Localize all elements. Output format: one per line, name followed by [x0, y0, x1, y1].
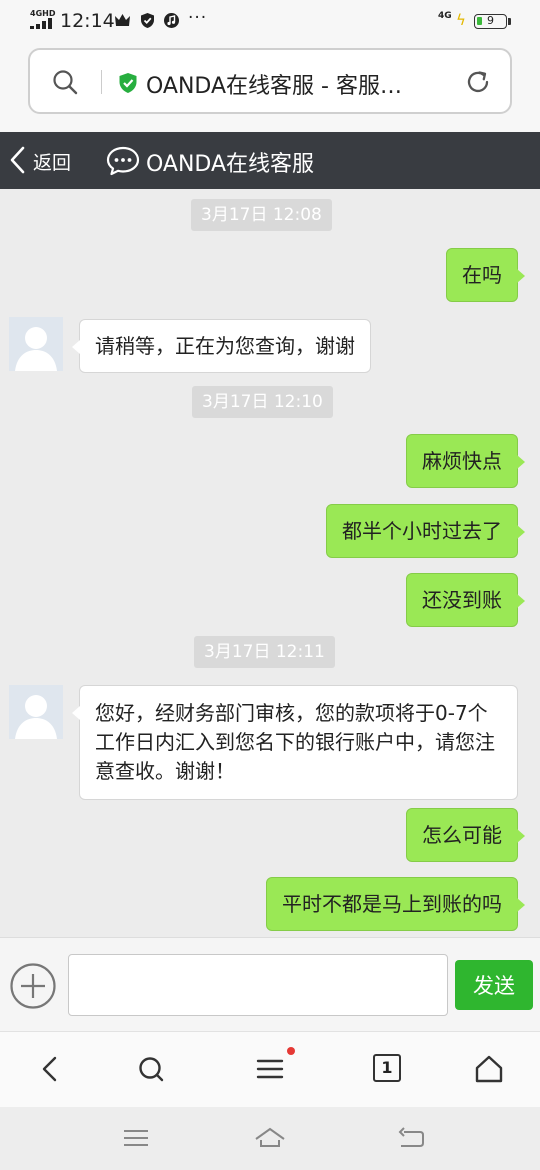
outgoing-message[interactable]: 怎么可能	[406, 808, 525, 862]
add-attachment-icon[interactable]	[9, 962, 57, 1010]
outgoing-message[interactable]: 平时不都是马上到账的吗	[266, 877, 525, 931]
secure-shield-icon	[119, 73, 137, 93]
status-bar: 4GHD 12:14 ··· 4G ϟ 9	[0, 0, 540, 42]
notification-dot	[287, 1047, 295, 1055]
message-input[interactable]	[68, 954, 448, 1016]
divider	[101, 70, 102, 94]
outgoing-message[interactable]: 都半个小时过去了	[326, 504, 525, 558]
reload-icon[interactable]	[464, 68, 492, 96]
agent-avatar[interactable]	[9, 685, 63, 739]
battery-level: 9	[487, 14, 494, 27]
timestamp: 3月17日 12:11	[194, 636, 335, 668]
back-button[interactable]: 返回	[33, 148, 71, 175]
chat-header: 返回 OANDA在线客服	[0, 132, 540, 189]
search-icon[interactable]	[52, 69, 78, 95]
chat-title: OANDA在线客服	[146, 152, 315, 177]
search-icon[interactable]	[136, 1054, 166, 1084]
timestamp: 3月17日 12:08	[191, 199, 332, 231]
charging-icon: ϟ	[456, 11, 466, 29]
address-bar[interactable]: OANDA在线客服 - 客服…	[28, 48, 512, 114]
browser-address-area: OANDA在线客服 - 客服…	[0, 42, 540, 132]
send-button[interactable]: 发送	[455, 960, 533, 1010]
back-chevron-icon[interactable]	[8, 145, 28, 175]
agent-avatar[interactable]	[9, 317, 63, 371]
message-input-bar: 发送	[0, 937, 540, 1031]
browser-toolbar: 1	[0, 1031, 540, 1107]
more-notifications-icon: ···	[188, 8, 208, 28]
outgoing-message[interactable]: 麻烦快点	[406, 434, 525, 488]
system-navigation-bar	[0, 1107, 540, 1170]
incoming-message[interactable]: 请稍等，正在为您查询，谢谢	[72, 319, 371, 373]
shield-status-icon	[141, 13, 154, 28]
home-icon[interactable]	[474, 1054, 504, 1084]
recent-apps-icon[interactable]	[120, 1124, 152, 1152]
incoming-message[interactable]: 您好，经财务部门审核，您的款项将于0-7个工作日内汇入到您名下的银行账户中，请您…	[72, 685, 518, 800]
battery-icon: 9	[474, 14, 507, 29]
default-avatar-icon	[9, 317, 63, 371]
crown-icon	[115, 14, 130, 26]
chat-bubble-icon	[106, 146, 140, 176]
music-icon	[164, 13, 179, 28]
timestamp: 3月17日 12:10	[192, 386, 333, 418]
network-type-right: 4G	[438, 11, 452, 21]
menu-icon[interactable]	[255, 1054, 285, 1084]
signal-icon	[30, 18, 52, 29]
system-back-icon[interactable]	[396, 1124, 428, 1152]
system-home-icon[interactable]	[254, 1124, 286, 1152]
tabs-button[interactable]: 1	[373, 1054, 401, 1082]
message-list[interactable]: 3月17日 12:08 在吗 请稍等，正在为您查询，谢谢 3月17日 12:10…	[0, 189, 540, 937]
default-avatar-icon	[9, 685, 63, 739]
network-type: 4GHD	[30, 9, 56, 18]
back-icon[interactable]	[36, 1054, 66, 1084]
outgoing-message[interactable]: 在吗	[446, 248, 525, 302]
outgoing-message[interactable]: 还没到账	[406, 573, 525, 627]
page-url-title[interactable]: OANDA在线客服 - 客服…	[146, 68, 452, 100]
status-time: 12:14	[60, 10, 115, 32]
